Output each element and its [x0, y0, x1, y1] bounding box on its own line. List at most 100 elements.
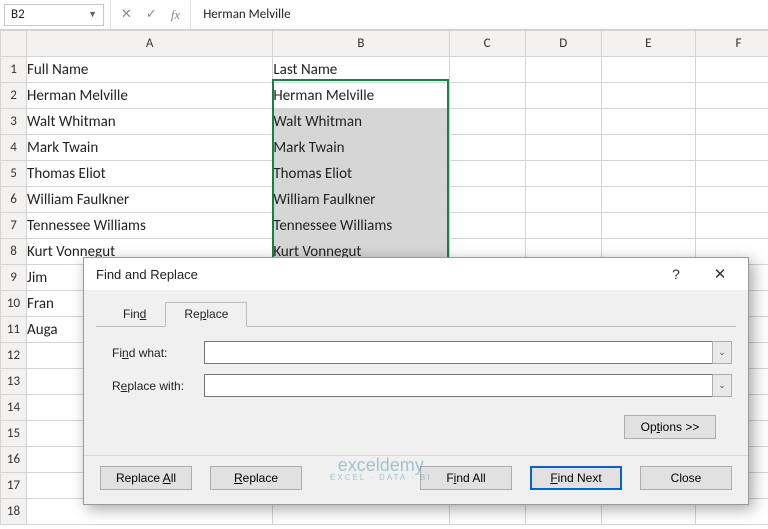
- find-next-button[interactable]: Find Next: [530, 466, 622, 490]
- cell[interactable]: Thomas Eliot: [273, 161, 449, 187]
- cell[interactable]: [449, 213, 525, 239]
- row-head[interactable]: 7: [1, 213, 27, 239]
- formula-bar: B2 ▼ ✕ ✓ fx Herman Melville: [0, 0, 768, 30]
- confirm-icon[interactable]: ✓: [146, 7, 157, 22]
- cell[interactable]: [601, 57, 695, 83]
- cell[interactable]: [695, 109, 768, 135]
- options-button[interactable]: Options >>: [624, 415, 716, 439]
- cell[interactable]: [695, 161, 768, 187]
- cell[interactable]: Herman Melville: [273, 83, 449, 109]
- cell[interactable]: [525, 187, 601, 213]
- cell[interactable]: [525, 213, 601, 239]
- cell[interactable]: [449, 109, 525, 135]
- dialog-title: Find and Replace: [96, 267, 198, 282]
- cell[interactable]: [695, 83, 768, 109]
- close-icon[interactable]: ✕: [700, 260, 740, 288]
- row-head[interactable]: 18: [1, 499, 27, 525]
- find-replace-dialog: Find and Replace ? ✕ Find Replace Find w…: [83, 257, 749, 505]
- cell[interactable]: Walt Whitman: [273, 109, 449, 135]
- cell[interactable]: Full Name: [27, 57, 273, 83]
- row-head[interactable]: 17: [1, 473, 27, 499]
- cell[interactable]: [449, 83, 525, 109]
- chevron-down-icon[interactable]: ⌄: [712, 374, 732, 397]
- cell[interactable]: Thomas Eliot: [27, 161, 273, 187]
- col-head-d[interactable]: D: [525, 31, 601, 57]
- cell[interactable]: [525, 161, 601, 187]
- cell[interactable]: [695, 135, 768, 161]
- row-head[interactable]: 2: [1, 83, 27, 109]
- cell[interactable]: William Faulkner: [27, 187, 273, 213]
- cell[interactable]: [525, 83, 601, 109]
- cell[interactable]: [449, 187, 525, 213]
- dialog-titlebar[interactable]: Find and Replace ? ✕: [84, 258, 748, 290]
- row-head[interactable]: 3: [1, 109, 27, 135]
- cell[interactable]: Herman Melville: [27, 83, 273, 109]
- row-head[interactable]: 13: [1, 369, 27, 395]
- cell[interactable]: Tennessee Williams: [273, 213, 449, 239]
- find-what-input[interactable]: [204, 341, 712, 364]
- cell[interactable]: [601, 161, 695, 187]
- chevron-down-icon: ▼: [88, 9, 97, 20]
- col-head-e[interactable]: E: [601, 31, 695, 57]
- replace-with-label: Replace with:: [112, 379, 204, 393]
- cell[interactable]: [601, 135, 695, 161]
- cell[interactable]: [449, 161, 525, 187]
- row-head[interactable]: 5: [1, 161, 27, 187]
- dialog-body: Find what: ⌄ Replace with: ⌄ Options >>: [84, 327, 748, 439]
- cell[interactable]: [695, 57, 768, 83]
- cell[interactable]: [601, 109, 695, 135]
- formula-input[interactable]: Herman Melville: [191, 0, 768, 29]
- row-head[interactable]: 6: [1, 187, 27, 213]
- row-head[interactable]: 10: [1, 291, 27, 317]
- select-all-corner[interactable]: [1, 31, 27, 57]
- find-what-combo[interactable]: ⌄: [204, 341, 732, 364]
- row-head[interactable]: 14: [1, 395, 27, 421]
- cell[interactable]: [601, 187, 695, 213]
- name-box[interactable]: B2 ▼: [4, 4, 104, 26]
- cancel-icon[interactable]: ✕: [121, 7, 132, 22]
- row-head[interactable]: 9: [1, 265, 27, 291]
- col-head-f[interactable]: F: [695, 31, 768, 57]
- cell[interactable]: Mark Twain: [27, 135, 273, 161]
- row-head[interactable]: 4: [1, 135, 27, 161]
- cell[interactable]: Last Name: [273, 57, 449, 83]
- find-all-button[interactable]: Find All: [420, 466, 512, 490]
- fx-icon[interactable]: fx: [171, 7, 180, 23]
- cell[interactable]: [695, 213, 768, 239]
- cell[interactable]: [695, 187, 768, 213]
- row-head[interactable]: 1: [1, 57, 27, 83]
- row-head[interactable]: 11: [1, 317, 27, 343]
- formula-bar-controls: ✕ ✓ fx: [110, 0, 191, 29]
- replace-with-combo[interactable]: ⌄: [204, 374, 732, 397]
- cell[interactable]: [525, 57, 601, 83]
- cell[interactable]: Walt Whitman: [27, 109, 273, 135]
- name-box-value: B2: [11, 7, 25, 22]
- cell[interactable]: William Faulkner: [273, 187, 449, 213]
- close-button[interactable]: Close: [640, 466, 732, 490]
- cell[interactable]: [525, 109, 601, 135]
- row-head[interactable]: 16: [1, 447, 27, 473]
- cell[interactable]: [525, 135, 601, 161]
- col-head-c[interactable]: C: [449, 31, 525, 57]
- tab-replace[interactable]: Replace: [165, 302, 247, 327]
- find-what-label: Find what:: [112, 346, 204, 360]
- cell[interactable]: [449, 135, 525, 161]
- formula-value: Herman Melville: [203, 7, 290, 22]
- cell[interactable]: [601, 83, 695, 109]
- dialog-help-button[interactable]: ?: [656, 260, 696, 288]
- cell[interactable]: Mark Twain: [273, 135, 449, 161]
- replace-button[interactable]: Replace: [210, 466, 302, 490]
- row-head[interactable]: 8: [1, 239, 27, 265]
- row-head[interactable]: 12: [1, 343, 27, 369]
- replace-with-input[interactable]: [204, 374, 712, 397]
- cell[interactable]: [601, 213, 695, 239]
- col-head-a[interactable]: A: [27, 31, 273, 57]
- row-head[interactable]: 15: [1, 421, 27, 447]
- replace-all-button[interactable]: Replace All: [100, 466, 192, 490]
- cell[interactable]: [449, 57, 525, 83]
- tab-find[interactable]: Find: [104, 302, 165, 327]
- dialog-tabs: Find Replace: [104, 300, 748, 326]
- cell[interactable]: Tennessee Williams: [27, 213, 273, 239]
- chevron-down-icon[interactable]: ⌄: [712, 341, 732, 364]
- col-head-b[interactable]: B: [273, 31, 449, 57]
